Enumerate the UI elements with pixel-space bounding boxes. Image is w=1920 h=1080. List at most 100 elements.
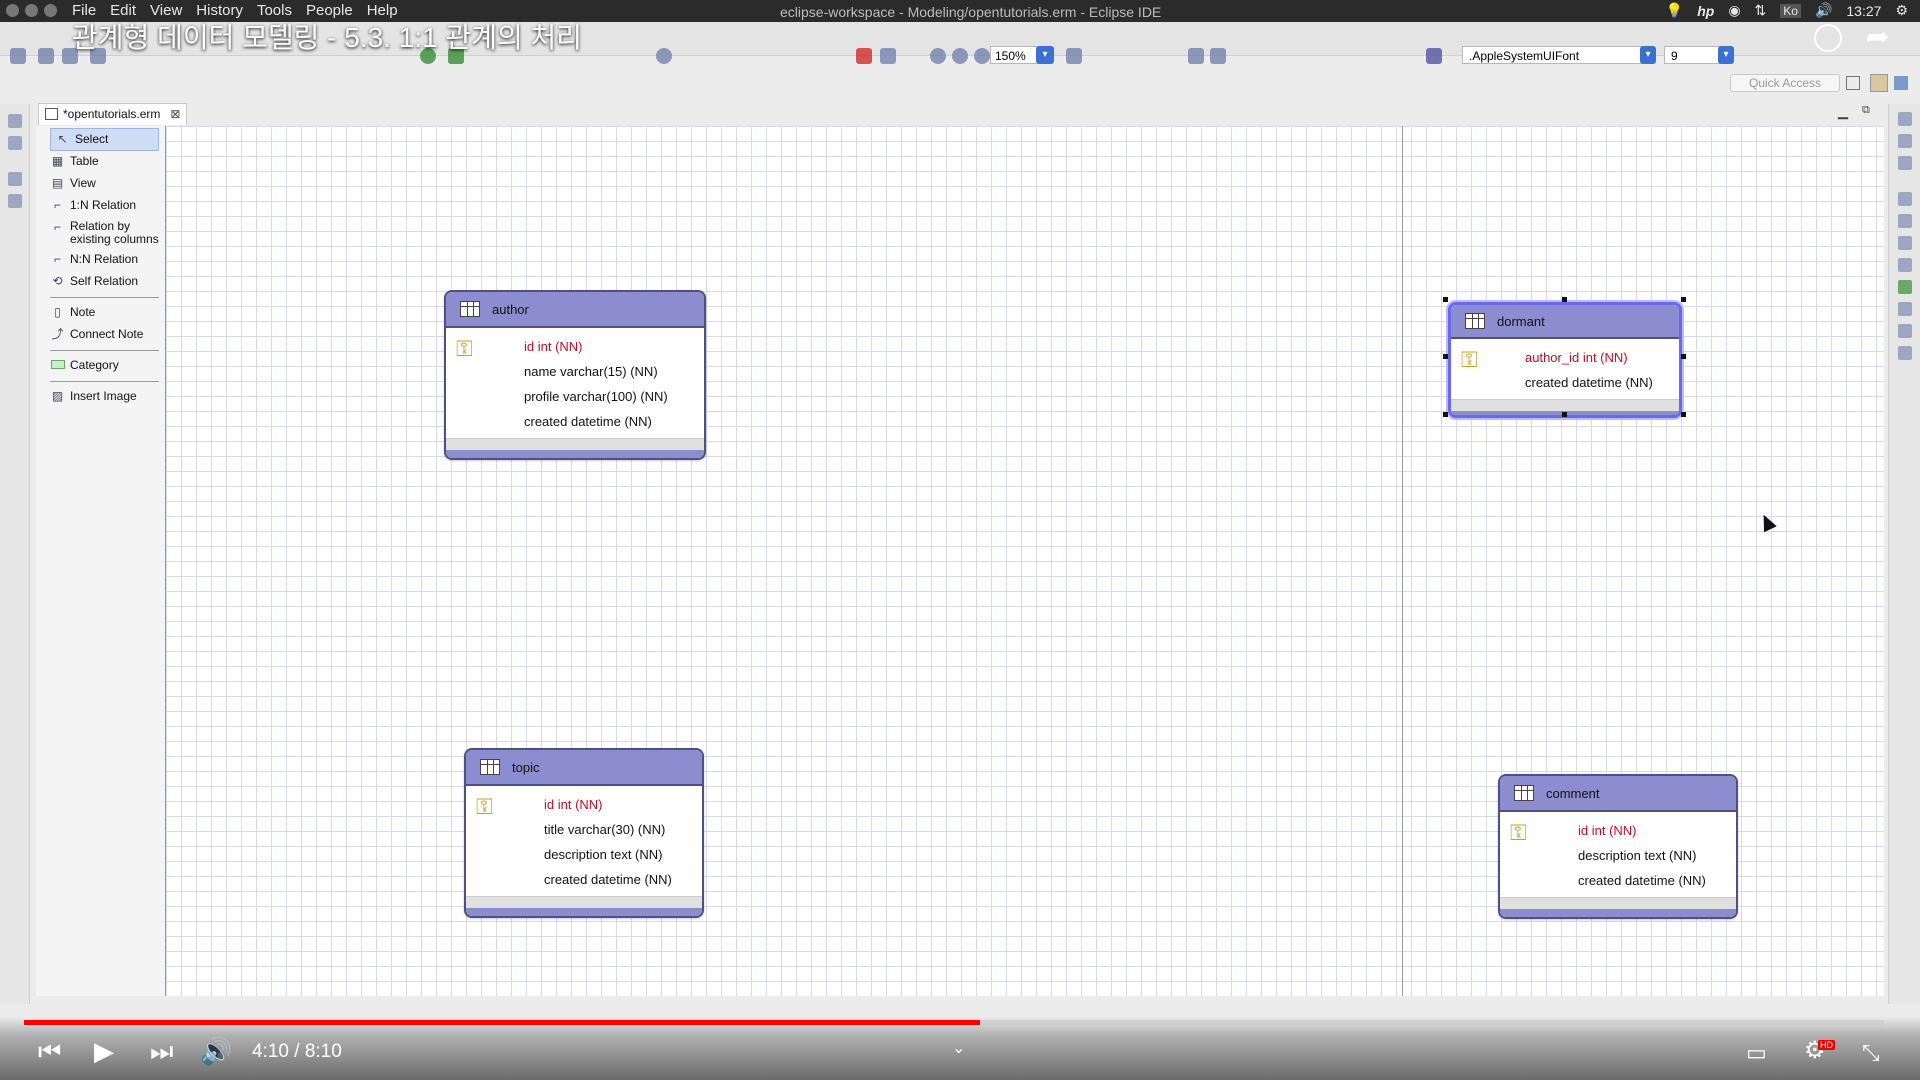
entity-comment[interactable]: comment ⚿ id int (NN) description text (… (1498, 774, 1738, 919)
entity-topic[interactable]: topic ⚿ id int (NN) title varchar(30) (N… (464, 748, 704, 918)
column-pk[interactable]: author_id int (NN) (1525, 345, 1679, 370)
column[interactable]: profile varchar(100) (NN) (524, 384, 704, 409)
restore-icon[interactable] (8, 172, 22, 186)
align-left-icon[interactable] (1188, 48, 1204, 64)
palette-item-select[interactable]: ↖ Select (50, 128, 159, 151)
column[interactable]: name varchar(15) (NN) (524, 359, 704, 384)
watch-later-icon[interactable] (1814, 24, 1842, 52)
column[interactable]: created datetime (NN) (1578, 868, 1736, 893)
column[interactable]: created datetime (NN) (524, 409, 704, 434)
chevron-down-icon[interactable]: ⌄ (952, 1038, 965, 1058)
palette-item-note[interactable]: ▯ Note (36, 302, 165, 324)
console-icon[interactable] (1898, 214, 1912, 228)
transfer-icon[interactable]: ⇅ (1755, 2, 1767, 19)
globe-icon[interactable] (656, 48, 672, 64)
servers-icon[interactable] (1898, 236, 1912, 250)
tasks-icon[interactable] (1898, 324, 1912, 338)
entity-header[interactable]: dormant (1451, 305, 1679, 339)
er-perspective-icon[interactable] (1870, 74, 1888, 92)
palette-item-self-relation[interactable]: ⟲ Self Relation (36, 271, 165, 293)
font-size-select[interactable]: 9 (1664, 46, 1724, 64)
font-select[interactable]: .AppleSystemUIFont (1462, 46, 1644, 64)
settings-gear-icon[interactable]: ⚙ (1895, 2, 1908, 19)
selection-handle[interactable] (1681, 297, 1686, 302)
zoom-fit-icon[interactable] (974, 48, 990, 64)
entity-header[interactable]: comment (1500, 776, 1736, 812)
minimize-window-icon[interactable] (25, 4, 38, 17)
hp-icon[interactable]: hp (1697, 3, 1714, 19)
selection-handle[interactable] (1443, 412, 1448, 417)
editor-tab[interactable]: *opentutorials.erm ⊠ (38, 103, 188, 125)
palette-item-insert-image[interactable]: ▨ Insert Image (36, 386, 165, 408)
column-pk[interactable]: id int (NN) (1578, 818, 1736, 843)
restore-icon[interactable] (1898, 192, 1912, 206)
quick-access-input[interactable]: Quick Access (1730, 74, 1840, 92)
selection-handle[interactable] (1681, 354, 1686, 359)
palette-item-view[interactable]: ▤ View (36, 173, 165, 195)
captions-icon[interactable]: ▭ (1746, 1040, 1767, 1066)
play-icon[interactable]: ▶ (94, 1036, 114, 1067)
snippets-icon[interactable] (1898, 280, 1912, 294)
column[interactable]: description text (NN) (1578, 843, 1736, 868)
column[interactable]: title varchar(30) (NN) (544, 817, 702, 842)
column-pk[interactable]: id int (NN) (544, 792, 702, 817)
entity-header[interactable]: author (446, 292, 704, 328)
save-icon[interactable] (38, 48, 54, 64)
chevron-down-icon[interactable]: ▾ (1640, 46, 1656, 64)
search-icon[interactable] (1898, 346, 1912, 360)
selection-handle[interactable] (1562, 412, 1567, 417)
maximize-icon[interactable]: ⧉ (1862, 104, 1870, 117)
new-icon[interactable] (10, 48, 26, 64)
properties-icon[interactable] (1898, 156, 1912, 170)
selection-handle[interactable] (1562, 297, 1567, 302)
outline-icon[interactable] (8, 136, 22, 150)
entity-dormant[interactable]: dormant ⚿ author_id int (NN) created dat… (1448, 302, 1682, 418)
chrome-icon[interactable]: ◉ (1728, 2, 1740, 19)
data-source-icon[interactable] (1898, 258, 1912, 272)
perspective-icon[interactable] (1846, 76, 1860, 90)
minimize-icon[interactable]: ▁ (1838, 104, 1848, 120)
next-icon[interactable]: ⏭ (150, 1036, 173, 1068)
palette-item-1n-relation[interactable]: ⌐ 1:N Relation (36, 195, 165, 217)
column[interactable]: created datetime (NN) (544, 867, 702, 892)
lightbulb-icon[interactable]: 💡 (1666, 2, 1683, 19)
diagram-canvas[interactable]: author ⚿ id int (NN) name varchar(15) (N… (166, 126, 1884, 996)
palette-item-category[interactable]: Category (36, 355, 165, 377)
entity-author[interactable]: author ⚿ id int (NN) name varchar(15) (N… (444, 290, 706, 460)
chevron-down-icon[interactable]: ▾ (1718, 46, 1734, 64)
palette-item-nn-relation[interactable]: ⌐ N:N Relation (36, 249, 165, 271)
selection-handle[interactable] (1681, 412, 1686, 417)
close-icon[interactable]: ⊠ (170, 107, 180, 121)
column[interactable]: created datetime (NN) (1525, 370, 1679, 395)
problems-icon[interactable] (1898, 302, 1912, 316)
column[interactable]: description text (NN) (544, 842, 702, 867)
delete-icon[interactable] (856, 48, 872, 64)
chevron-down-icon[interactable]: ▾ (1036, 46, 1054, 64)
window-controls[interactable] (6, 4, 57, 17)
share-icon[interactable]: ➦ (1866, 20, 1889, 53)
restore-icon[interactable] (1898, 112, 1912, 126)
zoom-in-icon[interactable] (930, 48, 946, 64)
grid-icon[interactable] (1066, 48, 1082, 64)
color-picker-icon[interactable] (1426, 48, 1442, 64)
volume-icon[interactable]: 🔊 (200, 1036, 232, 1067)
exit-fullscreen-icon[interactable]: ⤡ (1862, 1040, 1880, 1066)
restore-icon[interactable] (8, 114, 22, 128)
outline-icon[interactable] (1898, 134, 1912, 148)
hierarchy-icon[interactable] (8, 194, 22, 208)
video-title[interactable]: 관계형 데이터 모델링 - 5.3. 1:1 관계의 처리 (72, 16, 582, 56)
previous-icon[interactable]: ⏮ (38, 1036, 61, 1068)
selection-handle[interactable] (1443, 354, 1448, 359)
palette-item-relation-existing[interactable]: ⌐ Relation by existing columns (36, 217, 165, 249)
java-perspective-icon[interactable] (1894, 76, 1908, 90)
zoom-select[interactable]: 150% (990, 46, 1038, 64)
input-language[interactable]: Ko (1780, 3, 1801, 18)
volume-icon[interactable]: 🔊 (1815, 2, 1832, 19)
selection-handle[interactable] (1443, 297, 1448, 302)
entity-header[interactable]: topic (466, 750, 702, 786)
zoom-out-icon[interactable] (952, 48, 968, 64)
maximize-window-icon[interactable] (44, 4, 57, 17)
align-center-icon[interactable] (1210, 48, 1226, 64)
palette-item-table[interactable]: ▦ Table (36, 151, 165, 173)
undo-icon[interactable] (880, 48, 896, 64)
